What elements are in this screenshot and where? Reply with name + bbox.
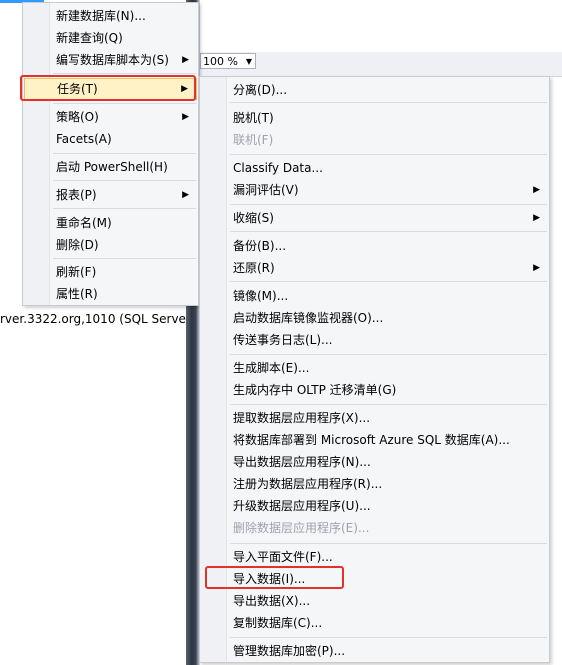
menu-item-label: Facets(A) bbox=[56, 132, 112, 146]
menu-separator bbox=[230, 154, 547, 155]
menu-item-register-data-tier-app[interactable]: 注册为数据层应用程序(R)... bbox=[201, 473, 548, 495]
menu-item-new-database[interactable]: 新建数据库(N)... bbox=[24, 5, 197, 27]
menu-item-manage-database-encryption[interactable]: 管理数据库加密(P)... bbox=[201, 640, 548, 662]
menu-item-label: 导出数据(X)... bbox=[233, 594, 311, 608]
menu-separator bbox=[53, 258, 196, 259]
menu-item-backup[interactable]: 备份(B)... bbox=[201, 235, 548, 257]
menu-item-generate-scripts[interactable]: 生成脚本(E)... bbox=[201, 357, 548, 379]
menu-item-extract-data-tier-app[interactable]: 提取数据层应用程序(X)... bbox=[201, 407, 548, 429]
menu-item-reports[interactable]: 报表(P) ▶ bbox=[24, 184, 197, 206]
zoom-dropdown[interactable]: 100 % ▼ bbox=[200, 53, 256, 69]
menu-separator bbox=[230, 543, 547, 544]
menu-item-label: 新建数据库(N)... bbox=[56, 9, 146, 23]
menu-item-label: 管理数据库加密(P)... bbox=[233, 644, 346, 658]
menu-item-export-data-tier-app[interactable]: 导出数据层应用程序(N)... bbox=[201, 451, 548, 473]
menu-item-label: 导入平面文件(F)... bbox=[233, 550, 333, 564]
menu-item-detach[interactable]: 分离(D)... bbox=[201, 79, 548, 101]
menu-item-label: 导出数据层应用程序(N)... bbox=[233, 455, 371, 469]
menu-separator bbox=[53, 153, 196, 154]
menu-item-label: 镜像(M)... bbox=[233, 289, 289, 303]
menu-item-label: 升级数据层应用程序(U)... bbox=[233, 499, 371, 513]
menu-item-label: 编写数据库脚本为(S) bbox=[56, 53, 169, 67]
annotation-box-tasks bbox=[20, 75, 196, 101]
menu-item-upgrade-data-tier-app[interactable]: 升级数据层应用程序(U)... bbox=[201, 495, 548, 517]
menu-item-label: 备份(B)... bbox=[233, 239, 287, 253]
menu-item-vulnerability-assessment[interactable]: 漏洞评估(V) ▶ bbox=[201, 179, 548, 201]
menu-item-import-flat-file[interactable]: 导入平面文件(F)... bbox=[201, 546, 548, 568]
menu-separator bbox=[230, 637, 547, 638]
menu-item-launch-mirroring-monitor[interactable]: 启动数据库镜像监视器(O)... bbox=[201, 307, 548, 329]
submenu-arrow-icon: ▶ bbox=[533, 213, 540, 223]
chevron-down-icon: ▼ bbox=[245, 57, 252, 66]
menu-separator bbox=[230, 204, 547, 205]
menu-item-bring-online: 联机(F) bbox=[201, 129, 548, 151]
menu-item-copy-database[interactable]: 复制数据库(C)... bbox=[201, 612, 548, 634]
menu-separator bbox=[53, 180, 196, 181]
menu-item-label: 联机(F) bbox=[233, 133, 274, 147]
menu-item-label: 注册为数据层应用程序(R)... bbox=[233, 477, 383, 491]
menu-item-oltp-migration-checklist[interactable]: 生成内存中 OLTP 迁移清单(G) bbox=[201, 379, 548, 401]
menu-item-delete[interactable]: 删除(D) bbox=[24, 234, 197, 256]
menu-item-label: 报表(P) bbox=[56, 188, 97, 202]
menu-item-label: 删除(D) bbox=[56, 238, 99, 252]
menu-item-label: 重命名(M) bbox=[56, 216, 112, 230]
menu-item-label: 还原(R) bbox=[233, 261, 275, 275]
server-node-label[interactable]: rver.3322.org,1010 (SQL Server 1 bbox=[0, 312, 188, 326]
menu-item-label: 生成内存中 OLTP 迁移清单(G) bbox=[233, 383, 397, 397]
menu-item-label: 刷新(F) bbox=[56, 265, 97, 279]
menu-item-label: 分离(D)... bbox=[233, 83, 288, 97]
menu-separator bbox=[230, 404, 547, 405]
menu-item-label: 生成脚本(E)... bbox=[233, 361, 310, 375]
menu-item-ship-transaction-logs[interactable]: 传送事务日志(L)... bbox=[201, 329, 548, 351]
menu-separator bbox=[53, 73, 196, 74]
menu-item-label: 漏洞评估(V) bbox=[233, 183, 299, 197]
menu-separator bbox=[230, 231, 547, 232]
menu-item-start-powershell[interactable]: 启动 PowerShell(H) bbox=[24, 156, 197, 178]
menu-separator bbox=[230, 281, 547, 282]
submenu-arrow-icon: ▶ bbox=[182, 112, 189, 122]
menu-item-label: 启动数据库镜像监视器(O)... bbox=[233, 311, 384, 325]
menu-item-restore[interactable]: 还原(R) ▶ bbox=[201, 257, 548, 279]
submenu-arrow-icon: ▶ bbox=[182, 55, 189, 65]
menu-separator bbox=[230, 102, 547, 103]
menu-item-label: 复制数据库(C)... bbox=[233, 616, 323, 630]
menu-item-refresh[interactable]: 刷新(F) bbox=[24, 261, 197, 283]
menu-item-shrink[interactable]: 收缩(S) ▶ bbox=[201, 207, 548, 229]
menu-item-label: 将数据库部署到 Microsoft Azure SQL 数据库(A)... bbox=[233, 433, 510, 447]
menu-item-properties[interactable]: 属性(R) bbox=[24, 283, 197, 305]
zoom-value: 100 % bbox=[203, 55, 238, 68]
menu-item-classify-data[interactable]: Classify Data... bbox=[201, 157, 548, 179]
menu-item-new-query[interactable]: 新建查询(Q) bbox=[24, 27, 197, 49]
menu-item-policies[interactable]: 策略(O) ▶ bbox=[24, 106, 197, 128]
menu-item-export-data[interactable]: 导出数据(X)... bbox=[201, 590, 548, 612]
menu-item-label: 启动 PowerShell(H) bbox=[56, 160, 168, 174]
submenu-arrow-icon: ▶ bbox=[533, 185, 540, 195]
menu-separator bbox=[230, 354, 547, 355]
annotation-box-import-data bbox=[205, 566, 344, 589]
menu-item-label: 收缩(S) bbox=[233, 211, 274, 225]
menu-item-rename[interactable]: 重命名(M) bbox=[24, 212, 197, 234]
menu-item-label: 脱机(T) bbox=[233, 111, 274, 125]
menu-item-facets[interactable]: Facets(A) bbox=[24, 128, 197, 150]
menu-item-label: 删除数据层应用程序(E)... bbox=[233, 521, 370, 535]
submenu-arrow-icon: ▶ bbox=[533, 263, 540, 273]
menu-item-script-database-as[interactable]: 编写数据库脚本为(S) ▶ bbox=[24, 49, 197, 71]
menu-item-take-offline[interactable]: 脱机(T) bbox=[201, 107, 548, 129]
menu-item-label: 传送事务日志(L)... bbox=[233, 333, 333, 347]
database-context-menu: 新建数据库(N)... 新建查询(Q) 编写数据库脚本为(S) ▶ 任务(T) … bbox=[22, 2, 199, 306]
submenu-arrow-icon: ▶ bbox=[182, 190, 189, 200]
menu-separator bbox=[53, 208, 196, 209]
menu-item-label: 新建查询(Q) bbox=[56, 31, 123, 45]
menu-item-label: 提取数据层应用程序(X)... bbox=[233, 411, 371, 425]
menu-item-mirror[interactable]: 镜像(M)... bbox=[201, 285, 548, 307]
menu-item-deploy-to-azure[interactable]: 将数据库部署到 Microsoft Azure SQL 数据库(A)... bbox=[201, 429, 548, 451]
menu-item-label: 策略(O) bbox=[56, 110, 99, 124]
menu-item-label: Classify Data... bbox=[233, 161, 323, 175]
menu-item-label: 属性(R) bbox=[56, 287, 98, 301]
menu-item-delete-data-tier-app: 删除数据层应用程序(E)... bbox=[201, 517, 548, 539]
menu-separator bbox=[53, 103, 196, 104]
